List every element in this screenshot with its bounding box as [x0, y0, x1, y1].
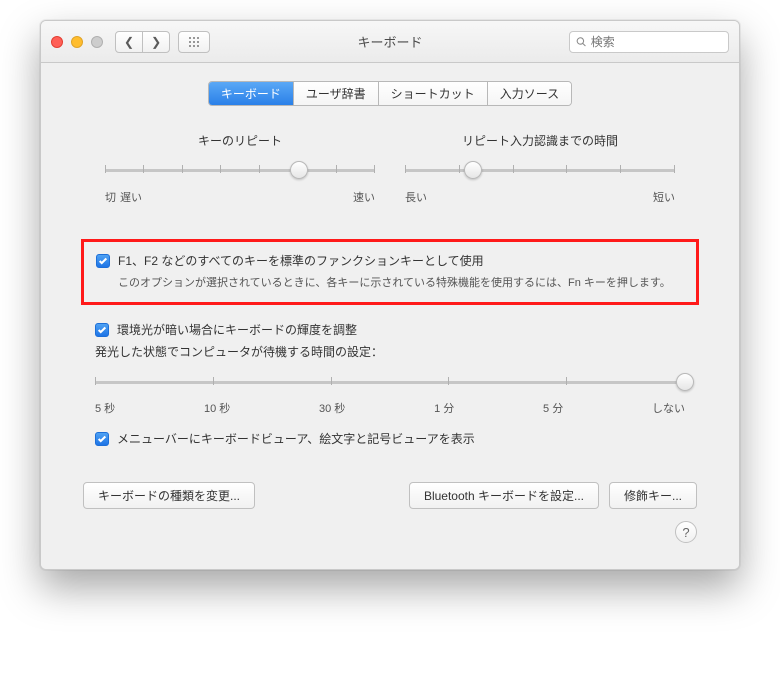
grid-icon: [188, 36, 200, 48]
highlighted-option: F1、F2 などのすべてのキーを標準のファンクションキーとして使用 このオプショ…: [81, 239, 699, 305]
key-repeat-labels: 切 遅い 速い: [105, 189, 375, 205]
label-slow: 遅い: [116, 189, 353, 205]
check-icon: [98, 256, 108, 266]
fn-keys-option[interactable]: F1、F2 などのすべてのキーを標準のファンクションキーとして使用: [96, 252, 684, 270]
footer-buttons: キーボードの種類を変更... Bluetooth キーボードを設定... 修飾キ…: [65, 462, 715, 509]
key-repeat-slider[interactable]: [105, 159, 375, 183]
menubar-block: メニューバーにキーボードビューア、絵文字と記号ビューアを表示: [65, 430, 715, 448]
content: キーボード ユーザ辞書 ショートカット 入力ソース キーのリピート 切 遅い 速…: [41, 63, 739, 569]
fn-keys-label: F1、F2 などのすべてのキーを標準のファンクションキーとして使用: [118, 252, 484, 270]
brightness-block: 環境光が暗い場合にキーボードの輝度を調整 発光した状態でコンピュータが待機する時…: [65, 321, 715, 416]
keyboard-type-button[interactable]: キーボードの種類を変更...: [83, 482, 255, 509]
menubar-label: メニューバーにキーボードビューア、絵文字と記号ビューアを表示: [117, 430, 475, 448]
key-repeat-block: キーのリピート 切 遅い 速い: [105, 132, 375, 205]
brightness-option[interactable]: 環境光が暗い場合にキーボードの輝度を調整: [95, 321, 685, 339]
key-repeat-thumb[interactable]: [290, 161, 308, 179]
nav-buttons: ❮ ❯: [115, 31, 170, 53]
tab-input-sources[interactable]: 入力ソース: [488, 82, 571, 105]
sliders-row: キーのリピート 切 遅い 速い リピート入力認識までの時間: [65, 132, 715, 205]
help-button[interactable]: ?: [675, 521, 697, 543]
check-icon: [97, 325, 107, 335]
key-repeat-title: キーのリピート: [105, 132, 375, 149]
zoom-icon: [91, 36, 103, 48]
idle-label: 発光した状態でコンピュータが待機する時間の設定：: [95, 343, 685, 360]
delay-slider[interactable]: [405, 159, 675, 183]
search-icon: [576, 36, 587, 48]
label-off: 切: [105, 189, 116, 205]
menubar-option[interactable]: メニューバーにキーボードビューア、絵文字と記号ビューアを表示: [95, 430, 685, 448]
back-button[interactable]: ❮: [115, 31, 143, 53]
bluetooth-button[interactable]: Bluetooth キーボードを設定...: [409, 482, 599, 509]
search-field[interactable]: [569, 31, 729, 53]
brightness-label: 環境光が暗い場合にキーボードの輝度を調整: [117, 321, 357, 339]
label-short: 短い: [653, 189, 675, 205]
delay-thumb[interactable]: [464, 161, 482, 179]
modifier-keys-button[interactable]: 修飾キー...: [609, 482, 697, 509]
idle-tick-5: しない: [652, 400, 685, 416]
close-icon[interactable]: [51, 36, 63, 48]
traffic-lights: [51, 36, 103, 48]
idle-tick-4: 5 分: [543, 400, 563, 416]
idle-tick-1: 10 秒: [204, 400, 230, 416]
idle-slider[interactable]: [95, 370, 685, 396]
tab-shortcuts[interactable]: ショートカット: [379, 82, 488, 105]
tab-text[interactable]: ユーザ辞書: [294, 82, 379, 105]
fn-keys-checkbox[interactable]: [96, 254, 110, 268]
delay-title: リピート入力認識までの時間: [405, 132, 675, 149]
label-long: 長い: [405, 189, 427, 205]
search-input[interactable]: [591, 35, 722, 49]
idle-tick-2: 30 秒: [319, 400, 345, 416]
label-fast: 速い: [353, 189, 375, 205]
idle-labels: 5 秒 10 秒 30 秒 1 分 5 分 しない: [95, 400, 685, 416]
fn-keys-desc: このオプションが選択されているときに、各キーに示されている特殊機能を使用するには…: [118, 274, 684, 290]
tab-keyboard[interactable]: キーボード: [209, 82, 294, 105]
help-row: ?: [65, 509, 715, 549]
brightness-checkbox[interactable]: [95, 323, 109, 337]
minimize-icon[interactable]: [71, 36, 83, 48]
menubar-checkbox[interactable]: [95, 432, 109, 446]
tabs: キーボード ユーザ辞書 ショートカット 入力ソース: [65, 81, 715, 106]
forward-button[interactable]: ❯: [142, 31, 170, 53]
titlebar: ❮ ❯ キーボード: [41, 21, 739, 63]
delay-labels: 長い 短い: [405, 189, 675, 205]
tabbar: キーボード ユーザ辞書 ショートカット 入力ソース: [208, 81, 572, 106]
preferences-window: ❮ ❯ キーボード キーボード ユーザ辞書 ショートカット 入力ソース キーのリ…: [40, 20, 740, 570]
idle-tick-0: 5 秒: [95, 400, 115, 416]
check-icon: [97, 434, 107, 444]
idle-thumb[interactable]: [676, 373, 694, 391]
delay-block: リピート入力認識までの時間 長い 短い: [405, 132, 675, 205]
idle-tick-3: 1 分: [434, 400, 454, 416]
show-all-button[interactable]: [178, 31, 210, 53]
